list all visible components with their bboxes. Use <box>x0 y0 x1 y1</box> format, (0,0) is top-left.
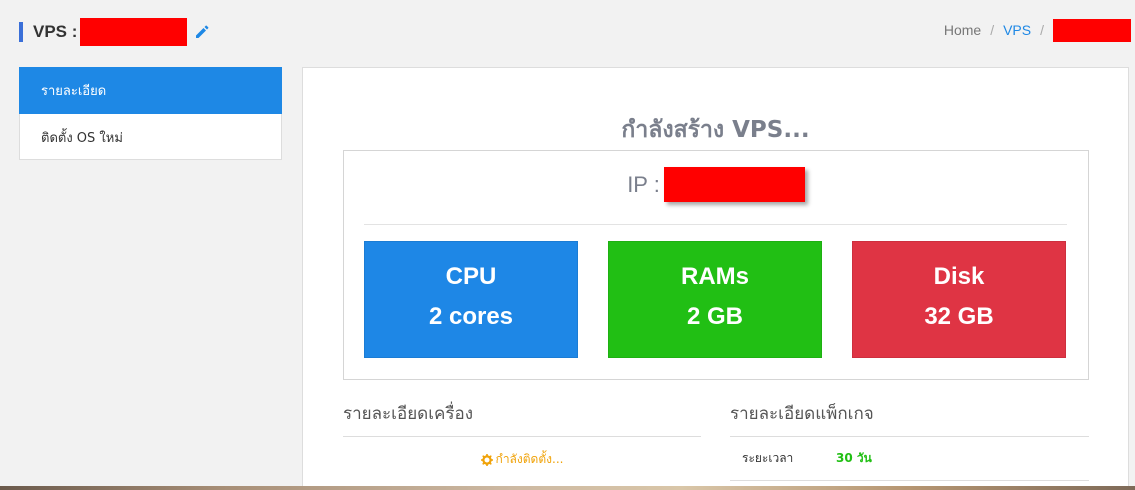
redacted-breadcrumb-current <box>1053 18 1131 42</box>
breadcrumb-vps-link[interactable]: VPS <box>1003 22 1031 38</box>
package-details-heading: รายละเอียดแพ็กเกจ <box>730 400 1089 437</box>
sidebar-item-details[interactable]: รายละเอียด <box>19 67 282 114</box>
sidebar-item-label: ติดตั้ง OS ใหม่ <box>41 130 123 146</box>
sidebar-item-label: รายละเอียด <box>41 84 107 99</box>
breadcrumb-separator: / <box>1040 22 1044 38</box>
breadcrumb-home-link[interactable]: Home <box>944 22 981 38</box>
pencil-icon[interactable] <box>194 24 210 40</box>
gear-icon <box>480 453 493 466</box>
package-row-duration: ระยะเวลา 30 วัน <box>730 437 1089 481</box>
cpu-spec-card: CPU 2 cores <box>364 241 578 358</box>
package-row-value: 30 วัน <box>836 451 872 465</box>
ram-spec-name: RAMs <box>680 263 749 290</box>
machine-details-heading: รายละเอียดเครื่อง <box>343 400 701 437</box>
disk-spec-value: 32 GB <box>924 303 994 330</box>
installing-status: กำลังติดตั้ง... <box>343 450 701 469</box>
ram-spec-value: 2 GB <box>686 303 743 330</box>
divider <box>364 224 1067 225</box>
creation-status-title: กำลังสร้าง VPS... <box>621 117 810 143</box>
package-details-section: รายละเอียดแพ็กเกจ ระยะเวลา 30 วัน <box>730 400 1089 481</box>
package-row-label: ระยะเวลา <box>742 451 794 465</box>
disk-spec-name: Disk <box>933 263 985 290</box>
page-title-bar: VPS : <box>19 18 210 46</box>
page-title: VPS : <box>33 22 78 41</box>
ip-label: IP : <box>627 171 660 197</box>
sidebar-item-reinstall-os[interactable]: ติดตั้ง OS ใหม่ <box>20 114 281 160</box>
cpu-spec-value: 2 cores <box>428 303 514 330</box>
redacted-ip-address <box>663 167 805 202</box>
vps-info-box: IP : CPU 2 cores RAMs 2 GB Disk 32 GB <box>343 150 1089 380</box>
ip-row: IP : <box>344 167 1088 202</box>
redacted-vps-name <box>80 18 188 46</box>
breadcrumb: Home / VPS / <box>944 18 1131 42</box>
installing-status-text: กำลังติดตั้ง... <box>495 452 564 466</box>
breadcrumb-separator: / <box>990 22 995 38</box>
background-image-strip <box>0 486 1135 490</box>
ram-spec-card: RAMs 2 GB <box>608 241 822 358</box>
machine-details-section: รายละเอียดเครื่อง กำลังติดตั้ง... <box>343 400 701 469</box>
main-panel: กำลังสร้าง VPS... IP : CPU 2 cores RAMs … <box>302 67 1129 490</box>
sidebar: รายละเอียด ติดตั้ง OS ใหม่ <box>19 67 282 160</box>
disk-spec-card: Disk 32 GB <box>852 241 1066 358</box>
cpu-spec-name: CPU <box>445 263 497 290</box>
title-accent-bar <box>19 22 23 42</box>
